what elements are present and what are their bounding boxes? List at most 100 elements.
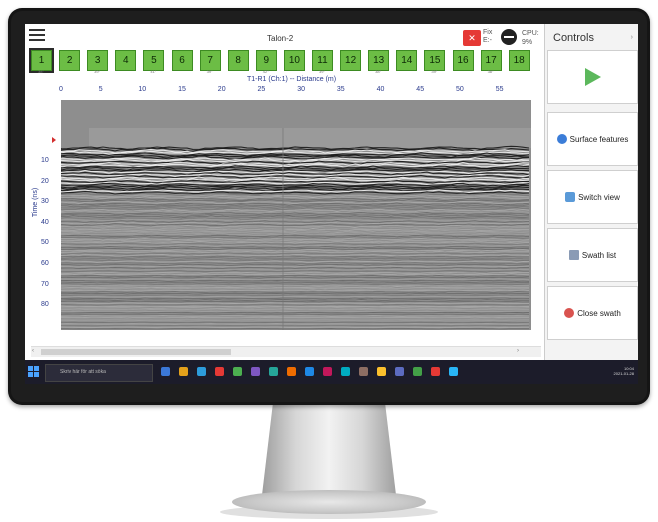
channel-sub-label: 42°: [262, 69, 269, 74]
channel-sub-label: 38°: [375, 69, 382, 74]
taskbar-app-icon[interactable]: [233, 367, 242, 376]
taskbar-app-icon[interactable]: [359, 367, 368, 376]
channel-button-9[interactable]: 9: [255, 50, 277, 71]
scroll-left-icon[interactable]: ‹: [32, 348, 34, 354]
x-tick-label: 50: [456, 86, 464, 93]
taskbar-app-icon[interactable]: [323, 367, 332, 376]
close-swath-button[interactable]: Close swath: [547, 286, 638, 340]
channel-button-12[interactable]: 12: [340, 50, 362, 71]
y-tick-label: 80: [41, 301, 49, 309]
channel-sub-label: 38°: [487, 69, 494, 74]
taskbar-app-icon[interactable]: [287, 367, 296, 376]
radar-trace: [61, 321, 530, 324]
y-tick-label: 50: [41, 239, 49, 247]
gps-status-icon[interactable]: ✕: [463, 30, 481, 46]
cpu-status: CPU: 9%: [522, 30, 539, 46]
channel-button-13[interactable]: 13: [368, 50, 390, 71]
x-tick-label: 10: [138, 86, 147, 93]
taskbar-app-icon[interactable]: [395, 367, 404, 376]
channel-button-3[interactable]: 3: [87, 50, 109, 71]
channel-button-16[interactable]: 16: [452, 50, 474, 71]
controls-title: Controls: [553, 32, 594, 44]
channel-sub-label: 38°: [37, 69, 45, 74]
taskbar-app-icon[interactable]: [269, 367, 278, 376]
window-title: Talon-2: [267, 34, 294, 43]
x-tick-label: 40: [376, 86, 385, 93]
channel-selector: 1 38° 2 3 39° 4 5 41° 6 7 39° 8 9 42° 10 11 39° 12 13 38° 14…: [29, 48, 543, 74]
cpu-icon: [501, 29, 517, 45]
windows-start-icon[interactable]: [28, 366, 40, 378]
taskbar-app-icon[interactable]: [215, 367, 224, 376]
switch-view-button[interactable]: Switch view: [547, 170, 638, 224]
x-tick-label: 35: [336, 86, 345, 93]
y-tick-label: 20: [41, 177, 49, 185]
system-tray[interactable]: 10:04 2021-01-28: [614, 366, 634, 376]
monitor-stand-neck: [262, 405, 396, 495]
surface-icon: [556, 134, 567, 144]
channel-button-18[interactable]: 18: [508, 50, 530, 71]
channel-button-7[interactable]: 7: [199, 50, 221, 71]
y-tick-label: 60: [41, 260, 49, 267]
play-icon: [584, 68, 601, 86]
x-tick-label: 0: [59, 86, 63, 93]
y-tick-label: 40: [41, 218, 49, 226]
y-tick-label: 10: [41, 157, 49, 164]
channel-button-10[interactable]: 10: [283, 50, 305, 71]
channel-sub-label: 39°: [431, 69, 438, 74]
x-tick-label: 30: [297, 86, 305, 93]
channel-button-4[interactable]: 4: [115, 50, 137, 71]
gps-status-text: Fix E:-: [483, 29, 493, 44]
surface-marker-icon: [52, 137, 56, 143]
x-tick-label: 5: [98, 86, 103, 93]
taskbar-app-icon[interactable]: [341, 367, 350, 376]
surface-features-button[interactable]: Surface features: [547, 112, 638, 166]
air-layer: [89, 128, 531, 148]
channel-button-15[interactable]: 15: [424, 50, 446, 71]
channel-button-11[interactable]: 11: [312, 50, 333, 71]
taskbar-app-icon[interactable]: [431, 367, 440, 376]
swath-list-button[interactable]: Swath list: [547, 228, 638, 282]
radargram[interactable]: [61, 100, 531, 330]
channel-button-2[interactable]: 2: [59, 50, 81, 71]
taskbar-app-icon[interactable]: [161, 367, 170, 376]
controls-panel: Controls › Surface features Switch view …: [544, 24, 638, 360]
collapse-arrow-icon[interactable]: ›: [631, 34, 633, 41]
screen: Talon-2 ✕ Fix E:- CPU: 9% 1 38° 2 3 39° 4 5 41°…: [25, 24, 638, 384]
scroll-right-icon[interactable]: ›: [517, 348, 519, 354]
taskbar-app-icon[interactable]: [305, 367, 314, 376]
channel-button-14[interactable]: 14: [396, 50, 418, 71]
x-axis-title: T1-R1 (Ch:1) -- Distance (m): [247, 76, 337, 83]
gpr-app: Talon-2 ✕ Fix E:- CPU: 9% 1 38° 2 3 39° 4 5 41°…: [25, 24, 545, 346]
y-tick-label: 70: [41, 280, 49, 288]
horizontal-scrollbar[interactable]: ‹ ›: [31, 346, 541, 357]
taskbar-app-icon[interactable]: [251, 367, 260, 376]
menu-icon[interactable]: [29, 29, 45, 43]
scrollbar-thumb[interactable]: [41, 349, 231, 355]
channel-button-5[interactable]: 5: [143, 50, 165, 71]
taskbar-app-icon[interactable]: [179, 367, 188, 376]
x-tick-label: 20: [217, 86, 226, 93]
channel-button-6[interactable]: 6: [171, 50, 193, 71]
taskbar-app-icon[interactable]: [197, 367, 206, 376]
channel-sub-label: 41°: [150, 69, 157, 74]
close-icon: [564, 308, 575, 318]
x-tick-label: 55: [495, 86, 504, 93]
x-tick-label: 45: [416, 86, 425, 93]
y-axis-label: Time (ns): [32, 187, 40, 218]
monitor-stand-base: [232, 490, 426, 514]
list-icon: [568, 250, 579, 260]
switch-view-icon: [565, 192, 576, 202]
taskbar: Skriv här för att söka 10:04 2021-01-28: [25, 360, 638, 384]
taskbar-app-icon[interactable]: [449, 367, 458, 376]
channel-sub-label: 39°: [94, 69, 101, 74]
channel-button-17[interactable]: 17: [480, 50, 502, 71]
taskbar-app-icon[interactable]: [377, 367, 386, 376]
channel-button-8[interactable]: 8: [227, 50, 249, 71]
channel-sub-label: 39°: [206, 69, 213, 74]
taskbar-app-icon[interactable]: [413, 367, 422, 376]
taskbar-search-input[interactable]: Skriv här för att söka: [45, 364, 153, 382]
x-tick-label: 15: [178, 86, 186, 93]
channel-button-1[interactable]: 1: [29, 48, 54, 73]
radar-trace: [61, 318, 530, 320]
play-button[interactable]: [547, 50, 638, 104]
